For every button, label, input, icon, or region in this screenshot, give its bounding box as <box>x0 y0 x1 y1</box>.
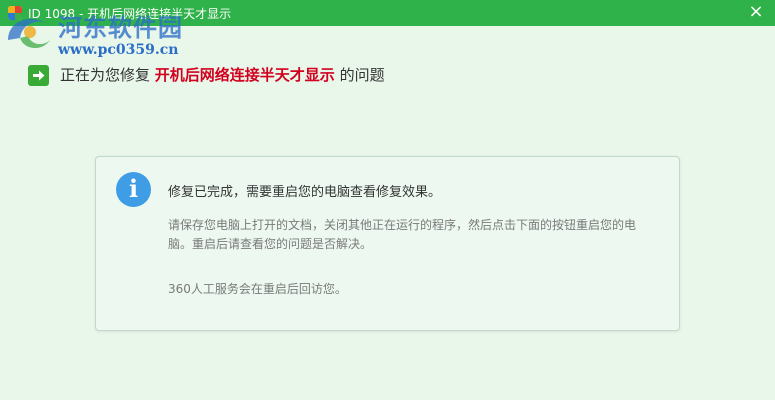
repair-status-row: 正在为您修复 开机后网络连接半天才显示 的问题 <box>28 64 428 88</box>
status-suffix: 的问题 <box>339 66 385 84</box>
result-heading: 修复已完成，需要重启您的电脑查看修复效果。 <box>168 185 442 200</box>
watermark-site-name: 河东软件园 <box>58 13 183 42</box>
watermark: 河东软件园 www.pc0359.cn <box>0 4 190 60</box>
result-panel: i 修复已完成，需要重启您的电脑查看修复效果。 请保存您电脑上打开的文档，关闭其… <box>95 156 680 331</box>
repair-status-text: 正在为您修复 开机后网络连接半天才显示 的问题 <box>60 64 385 86</box>
arrow-right-icon <box>28 65 49 86</box>
watermark-logo-icon <box>8 18 50 49</box>
result-note: 360人工服务会在重启后回访您。 <box>168 282 347 296</box>
status-prefix: 正在为您修复 <box>60 66 151 84</box>
info-icon: i <box>116 172 151 207</box>
result-instructions: 请保存您电脑上打开的文档，关闭其他正在运行的程序，然后点击下面的按钮重启您的电脑… <box>168 218 637 251</box>
close-icon[interactable]: × <box>744 1 768 23</box>
watermark-url: www.pc0359.cn <box>58 42 179 58</box>
issue-title: 开机后网络连接半天才显示 <box>154 66 335 84</box>
